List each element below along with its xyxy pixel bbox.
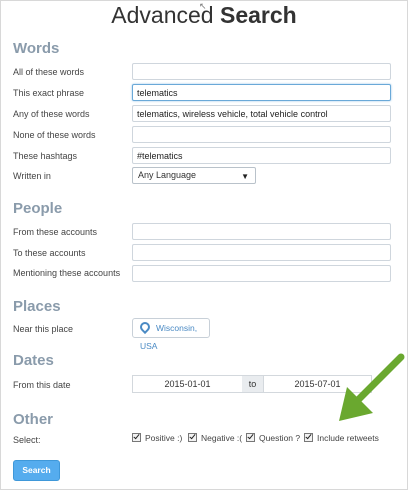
hashtags-input[interactable]: #telematics bbox=[132, 147, 391, 164]
checkbox-checked-icon[interactable] bbox=[188, 433, 197, 442]
select-label: Select: bbox=[13, 435, 41, 445]
checkbox-checked-icon[interactable] bbox=[304, 433, 313, 442]
from-date-input[interactable]: 2015-01-01 bbox=[132, 375, 243, 393]
section-heading-other: Other bbox=[13, 411, 54, 428]
checkbox-question-label: Question ? bbox=[259, 433, 301, 443]
checkbox-negative-label: Negative :( bbox=[201, 433, 243, 443]
advanced-search-page: Advanced Search ↖ Words All of these wor… bbox=[0, 0, 408, 490]
mouse-cursor-icon: ↖ bbox=[199, 1, 207, 11]
from-accounts-input[interactable] bbox=[132, 223, 391, 240]
any-words-label: Any of these words bbox=[13, 109, 90, 119]
map-pin-icon bbox=[137, 319, 153, 335]
all-words-label: All of these words bbox=[13, 67, 85, 77]
checkbox-checked-icon[interactable] bbox=[246, 433, 255, 442]
section-heading-words: Words bbox=[13, 40, 60, 57]
exact-phrase-input[interactable]: telematics bbox=[132, 84, 391, 101]
checkbox-question[interactable]: Question ? bbox=[246, 433, 300, 443]
checkbox-positive-label: Positive :) bbox=[145, 433, 183, 443]
none-words-input[interactable] bbox=[132, 126, 391, 143]
to-accounts-label: To these accounts bbox=[13, 248, 86, 258]
written-in-label: Written in bbox=[13, 171, 51, 181]
hashtags-label: These hashtags bbox=[13, 151, 78, 161]
checkbox-include-retweets-label: Include retweets bbox=[317, 433, 379, 443]
to-accounts-input[interactable] bbox=[132, 244, 391, 261]
page-title-bold: Search bbox=[219, 2, 297, 28]
near-place-label: Near this place bbox=[13, 324, 74, 334]
green-arrow-icon bbox=[339, 353, 405, 421]
language-select[interactable]: Any Language ▼ bbox=[132, 167, 256, 184]
none-words-label: None of these words bbox=[13, 130, 96, 140]
language-select-value: Any Language bbox=[138, 170, 197, 180]
mentioning-accounts-input[interactable] bbox=[132, 265, 391, 282]
dropdown-arrow-icon: ▼ bbox=[241, 172, 249, 181]
search-button[interactable]: Search bbox=[13, 460, 60, 481]
place-button[interactable]: Wisconsin, USA bbox=[132, 318, 210, 351]
any-words-input[interactable]: telematics, wireless vehicle, total vehi… bbox=[132, 105, 391, 122]
section-heading-people: People bbox=[13, 200, 63, 217]
mentioning-accounts-label: Mentioning these accounts bbox=[13, 268, 121, 278]
from-date-label: From this date bbox=[13, 380, 71, 390]
date-to-separator: to bbox=[242, 375, 263, 393]
exact-phrase-label: This exact phrase bbox=[13, 88, 85, 98]
checkbox-include-retweets[interactable]: Include retweets bbox=[304, 433, 379, 443]
from-accounts-label: From these accounts bbox=[13, 227, 98, 237]
checkbox-positive[interactable]: Positive :) bbox=[132, 433, 182, 443]
section-heading-places: Places bbox=[13, 298, 61, 315]
section-heading-dates: Dates bbox=[13, 352, 54, 369]
checkbox-checked-icon[interactable] bbox=[132, 433, 141, 442]
all-words-input[interactable] bbox=[132, 63, 391, 80]
checkbox-negative[interactable]: Negative :( bbox=[188, 433, 242, 443]
